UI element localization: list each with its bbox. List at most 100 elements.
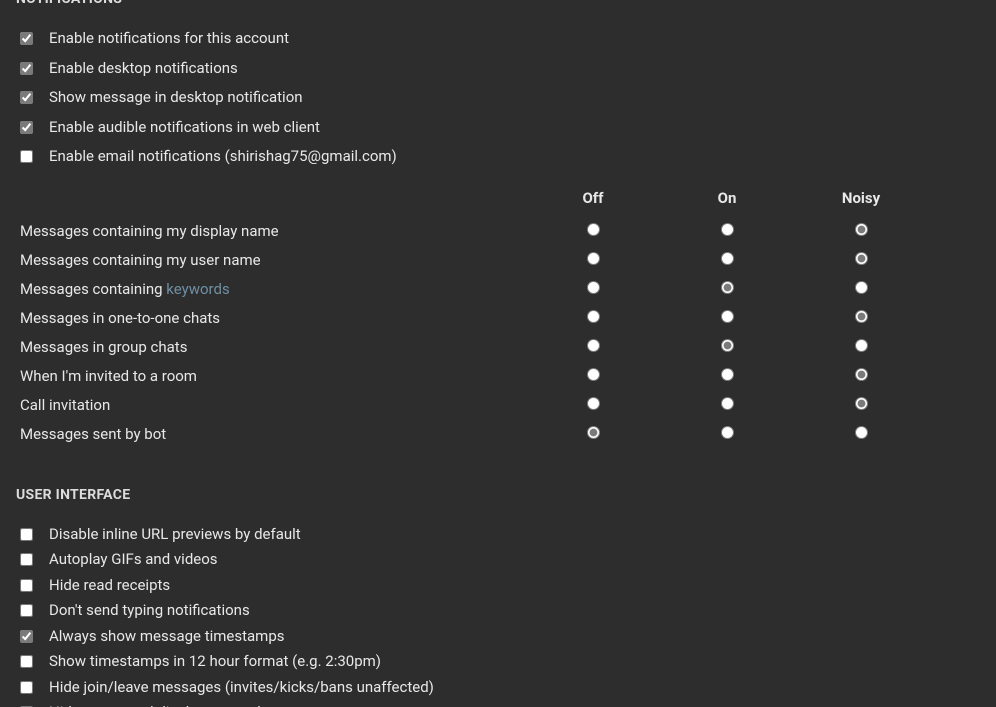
notification-rule-off-radio[interactable]	[587, 397, 600, 410]
ui-checkbox-label[interactable]: Hide join/leave messages (invites/kicks/…	[49, 678, 434, 698]
ui-checkbox-row: Hide read receipts	[16, 576, 980, 596]
ui-checkbox-row: Autoplay GIFs and videos	[16, 550, 980, 570]
notification-rule-on-radio[interactable]	[721, 339, 734, 352]
notification-rule-off-cell	[526, 362, 660, 391]
notification-rule-noisy-cell	[794, 391, 928, 420]
notification-rule-on-radio[interactable]	[721, 281, 734, 294]
notification-rule-on-cell	[660, 304, 794, 333]
notification-rule-row: Messages in group chats	[16, 333, 928, 362]
notification-rule-off-radio[interactable]	[587, 426, 600, 439]
section-heading-notifications: NOTIFICATIONS	[16, 0, 980, 7]
notification-rule-on-radio[interactable]	[721, 397, 734, 410]
notification-rule-off-radio[interactable]	[587, 281, 600, 294]
notification-rule-on-radio[interactable]	[721, 252, 734, 265]
table-col-on: On	[660, 185, 794, 217]
ui-checkbox-label[interactable]: Don't send typing notifications	[49, 601, 250, 621]
notification-rule-row: Messages containing keywords	[16, 275, 928, 304]
notification-rule-row: Messages containing my user name	[16, 246, 928, 275]
notification-rule-off-cell	[526, 420, 660, 449]
ui-checkbox[interactable]	[20, 630, 33, 643]
notification-rule-on-cell	[660, 391, 794, 420]
notification-rule-off-radio[interactable]	[587, 223, 600, 236]
notification-rule-on-radio[interactable]	[721, 223, 734, 236]
notification-rule-off-radio[interactable]	[587, 252, 600, 265]
ui-checkbox-label[interactable]: Always show message timestamps	[49, 627, 285, 647]
ui-checkbox-label[interactable]: Hide read receipts	[49, 576, 170, 596]
notification-rule-off-radio[interactable]	[587, 339, 600, 352]
notification-checkbox-row: Enable email notifications (shirishag75@…	[16, 147, 980, 167]
notification-rule-on-cell	[660, 420, 794, 449]
notification-rule-noisy-radio[interactable]	[855, 339, 868, 352]
notification-rule-row: Messages sent by bot	[16, 420, 928, 449]
notification-checkbox-row: Show message in desktop notification	[16, 88, 980, 108]
ui-checkbox-row: Show timestamps in 12 hour format (e.g. …	[16, 652, 980, 672]
ui-checkbox-label[interactable]: Hide avatar and display name changes	[49, 703, 306, 707]
ui-checkbox-row: Disable inline URL previews by default	[16, 525, 980, 545]
ui-checkbox[interactable]	[20, 681, 33, 694]
ui-checkbox[interactable]	[20, 604, 33, 617]
ui-checkbox-row: Hide avatar and display name changes	[16, 703, 980, 707]
notification-checkbox[interactable]	[20, 62, 33, 75]
notification-rule-noisy-cell	[794, 420, 928, 449]
notification-rule-label: Messages containing my user name	[16, 246, 526, 275]
notification-checkbox-label[interactable]: Show message in desktop notification	[49, 88, 303, 108]
ui-checkbox[interactable]	[20, 553, 33, 566]
notification-checkbox-label[interactable]: Enable notifications for this account	[49, 29, 289, 49]
notification-rule-noisy-radio[interactable]	[855, 310, 868, 323]
notification-rule-on-cell	[660, 333, 794, 362]
notification-checkbox-label[interactable]: Enable audible notifications in web clie…	[49, 118, 320, 138]
notification-checkbox-label[interactable]: Enable email notifications (shirishag75@…	[49, 147, 397, 167]
notification-checkbox[interactable]	[20, 150, 33, 163]
notification-rules-table: Off On Noisy Messages containing my disp…	[16, 185, 928, 449]
notification-rule-on-cell	[660, 362, 794, 391]
ui-checkbox-row: Don't send typing notifications	[16, 601, 980, 621]
ui-checkbox[interactable]	[20, 579, 33, 592]
notification-rule-noisy-radio[interactable]	[855, 368, 868, 381]
ui-checkbox-row: Always show message timestamps	[16, 627, 980, 647]
notification-rule-noisy-radio[interactable]	[855, 281, 868, 294]
table-col-off: Off	[526, 185, 660, 217]
notification-rule-on-radio[interactable]	[721, 426, 734, 439]
notification-checkbox-row: Enable notifications for this account	[16, 29, 980, 49]
ui-checkbox-label[interactable]: Disable inline URL previews by default	[49, 525, 301, 545]
notification-rule-noisy-radio[interactable]	[855, 426, 868, 439]
notification-checkbox[interactable]	[20, 91, 33, 104]
ui-checkbox-label[interactable]: Autoplay GIFs and videos	[49, 550, 218, 570]
notification-rule-off-radio[interactable]	[587, 368, 600, 381]
notification-rule-row: Messages in one-to-one chats	[16, 304, 928, 333]
ui-checkbox-row: Hide join/leave messages (invites/kicks/…	[16, 678, 980, 698]
notification-checkbox[interactable]	[20, 32, 33, 45]
section-heading-user-interface: USER INTERFACE	[16, 487, 980, 503]
ui-checkbox[interactable]	[20, 655, 33, 668]
notification-checkbox-row: Enable desktop notifications	[16, 59, 980, 79]
notification-rule-on-radio[interactable]	[721, 368, 734, 381]
notification-rule-on-radio[interactable]	[721, 310, 734, 323]
notification-rule-off-cell	[526, 391, 660, 420]
table-col-noisy: Noisy	[794, 185, 928, 217]
notification-checkbox-label[interactable]: Enable desktop notifications	[49, 59, 238, 79]
keywords-link[interactable]: keywords	[166, 280, 229, 298]
notification-checkbox[interactable]	[20, 121, 33, 134]
notification-rule-row: Messages containing my display name	[16, 217, 928, 246]
notification-rule-label: Call invitation	[16, 391, 526, 420]
notification-rule-off-cell	[526, 275, 660, 304]
notification-rule-off-radio[interactable]	[587, 310, 600, 323]
notification-rule-off-cell	[526, 246, 660, 275]
notification-rule-noisy-radio[interactable]	[855, 397, 868, 410]
notification-rule-noisy-cell	[794, 304, 928, 333]
notification-rule-label: Messages sent by bot	[16, 420, 526, 449]
notification-rule-noisy-radio[interactable]	[855, 252, 868, 265]
ui-checkbox-label[interactable]: Show timestamps in 12 hour format (e.g. …	[49, 652, 381, 672]
notification-rule-on-cell	[660, 275, 794, 304]
notification-rule-off-cell	[526, 217, 660, 246]
ui-checkbox[interactable]	[20, 528, 33, 541]
notification-rule-label: Messages containing my display name	[16, 217, 526, 246]
notification-rule-on-cell	[660, 246, 794, 275]
notification-rule-label: Messages in one-to-one chats	[16, 304, 526, 333]
notification-rule-label: When I'm invited to a room	[16, 362, 526, 391]
notification-rule-noisy-cell	[794, 275, 928, 304]
notification-rule-noisy-radio[interactable]	[855, 223, 868, 236]
notification-rule-row: Call invitation	[16, 391, 928, 420]
notification-rule-label: Messages in group chats	[16, 333, 526, 362]
notification-checkbox-row: Enable audible notifications in web clie…	[16, 118, 980, 138]
